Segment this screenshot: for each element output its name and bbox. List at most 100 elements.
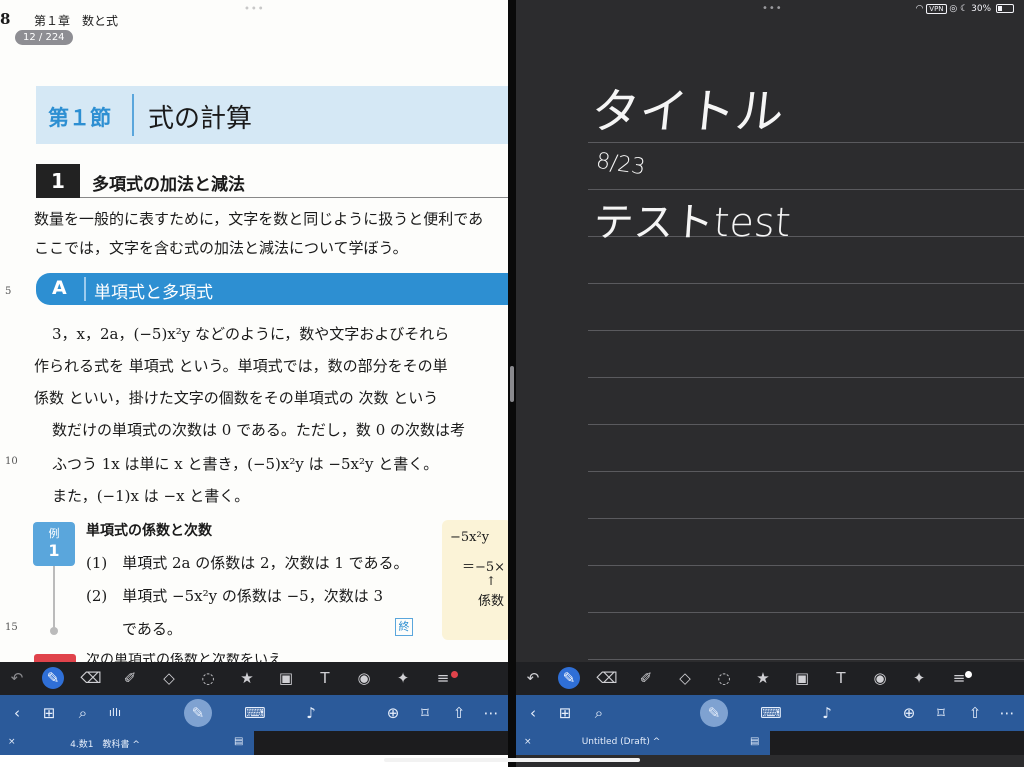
ruled-line [588, 142, 1024, 143]
section-banner: 第１節 式の計算 [36, 86, 508, 144]
camera-icon[interactable]: ◉ [353, 667, 375, 689]
intro-line: ここでは，文字を含む式の加法と減法について学ぼう。 [34, 239, 408, 257]
bottom-nav-bar: ‹ ⊞ ⌕ ✎ ⌨ ♪ ⊕ ⌑ ⇧ ⋯ [516, 695, 1024, 731]
pen-tool-icon[interactable]: ✎ [42, 667, 64, 689]
grid-icon[interactable]: ⊞ [554, 702, 576, 724]
shapes-icon[interactable]: ◇ [158, 667, 180, 689]
left-pane: 8 第１章 数と式 12 / 224 ••• 第１節 式の計算 1 多項式の加法… [0, 0, 508, 767]
intro-line: 数量を一般的に表すために，文字を数と同じように扱うと便利であ [34, 210, 484, 228]
shapes-icon[interactable]: ◇ [674, 667, 696, 689]
lasso-icon[interactable]: ◌ [713, 667, 735, 689]
caret-up-icon[interactable]: ^ [132, 740, 140, 750]
add-page-icon[interactable]: ⊕ [382, 702, 404, 724]
ruled-line [588, 612, 1024, 613]
image-icon[interactable]: ▣ [275, 667, 297, 689]
camera-icon[interactable]: ◉ [869, 667, 891, 689]
next-line: 次の単項式の係数と次数をいえ [86, 653, 282, 662]
tab-overview-icon[interactable]: ▤ [234, 736, 243, 747]
ruled-line [588, 659, 1024, 660]
audio-icon[interactable]: ıllı [104, 702, 126, 724]
ruled-line [588, 424, 1024, 425]
side-note-line: 係数 [478, 594, 505, 609]
image-icon[interactable]: ▣ [791, 667, 813, 689]
body-line: また，(−1)x は −x と書く。 [52, 487, 250, 505]
tab-overview-icon[interactable]: ▤ [750, 736, 759, 747]
home-indicator[interactable] [384, 758, 640, 762]
end-mark: 終 [395, 618, 413, 636]
side-note-box: −5x²y ＝−5× ↑ 係数 [442, 520, 508, 640]
share-icon[interactable]: ⇧ [964, 702, 986, 724]
mic-icon[interactable]: ♪ [300, 702, 322, 724]
tab-title-text: 4.数1 教科書 [70, 740, 130, 750]
caret-up-icon[interactable]: ^ [653, 737, 661, 747]
multitask-dots-icon[interactable]: ••• [762, 3, 783, 14]
add-page-icon[interactable]: ⊕ [898, 702, 920, 724]
status-bar: ••• ◠ VPN ◎ ☾ 30% [516, 0, 1024, 20]
right-pane: ••• ◠ VPN ◎ ☾ 30% タイトル 8/23 テストtest ↶ ✎ … [516, 0, 1024, 767]
tab-title-text: Untitled (Draft) [581, 737, 650, 747]
tab-title: 4.数1 教科書 ^ [0, 737, 210, 750]
multitask-dots-icon[interactable]: ••• [244, 4, 265, 15]
color-dot[interactable] [965, 671, 972, 678]
split-view-divider[interactable] [508, 0, 516, 767]
textbook-page[interactable]: 8 第１章 数と式 12 / 224 ••• 第１節 式の計算 1 多項式の加法… [0, 0, 508, 662]
text-tool-icon[interactable]: T [830, 667, 852, 689]
example-title: 単項式の係数と次数 [86, 523, 212, 539]
topic-banner: A 単項式と多項式 [36, 273, 508, 305]
eraser-icon[interactable]: ⌫ [596, 667, 618, 689]
highlighter-icon[interactable]: ✐ [635, 667, 657, 689]
line-number: 15 [5, 622, 18, 633]
pen-tool-icon[interactable]: ✎ [558, 667, 580, 689]
search-icon[interactable]: ⌕ [588, 702, 610, 724]
undo-icon[interactable]: ↶ [6, 667, 28, 689]
document-tab[interactable]: × 4.数1 教科書 ^ ▤ [0, 731, 254, 755]
moon-icon: ☾ [960, 4, 969, 14]
back-icon[interactable]: ‹ [522, 702, 544, 724]
keyboard-icon[interactable]: ⌨ [760, 702, 782, 724]
example-line: である。 [122, 620, 182, 638]
chapter-header: 第１章 数と式 [34, 14, 119, 28]
sticker-icon[interactable]: ★ [752, 667, 774, 689]
document-tab-bar: × Untitled (Draft) ^ ▤ [516, 731, 1024, 755]
vpn-badge: VPN [926, 4, 947, 14]
highlighter-icon[interactable]: ✐ [119, 667, 141, 689]
mic-icon[interactable]: ♪ [816, 702, 838, 724]
laser-pointer-icon[interactable]: ✦ [392, 667, 414, 689]
keyboard-icon[interactable]: ⌨ [244, 702, 266, 724]
ruled-line [588, 330, 1024, 331]
stroke-width-icon[interactable]: ≡ [432, 667, 454, 689]
topic-title: 単項式と多項式 [94, 283, 213, 303]
ruled-line [588, 471, 1024, 472]
lasso-icon[interactable]: ◌ [197, 667, 219, 689]
pen-mode-icon[interactable]: ✎ [700, 699, 728, 727]
more-icon[interactable]: ⋯ [480, 702, 502, 724]
undo-icon[interactable]: ↶ [522, 667, 544, 689]
text-tool-icon[interactable]: T [314, 667, 336, 689]
bookmark-icon[interactable]: ⌑ [930, 702, 952, 724]
sticker-icon[interactable]: ★ [236, 667, 258, 689]
subsection-rule [80, 197, 508, 198]
more-icon[interactable]: ⋯ [996, 702, 1018, 724]
drawing-toolbar: ↶ ✎ ⌫ ✐ ◇ ◌ ★ ▣ T ◉ ✦ ≡ [0, 662, 508, 695]
color-dot[interactable] [451, 671, 458, 678]
pen-mode-icon[interactable]: ✎ [184, 699, 212, 727]
notebook-canvas[interactable]: タイトル 8/23 テストtest [516, 20, 1024, 662]
laser-pointer-icon[interactable]: ✦ [908, 667, 930, 689]
handwritten-date: 8/23 [594, 148, 647, 181]
bottom-nav-bar: ‹ ⊞ ⌕ ıllı ✎ ⌨ ♪ ⊕ ⌑ ⇧ ⋯ [0, 695, 508, 731]
bookmark-icon[interactable]: ⌑ [414, 702, 436, 724]
subsection-number: 1 [36, 164, 80, 198]
eraser-icon[interactable]: ⌫ [80, 667, 102, 689]
example-stem [53, 566, 55, 630]
share-icon[interactable]: ⇧ [448, 702, 470, 724]
grid-icon[interactable]: ⊞ [38, 702, 60, 724]
example-line: (1) 単項式 2a の係数は 2，次数は 1 である。 [86, 554, 409, 572]
section-divider [132, 94, 134, 136]
body-line: 数だけの単項式の次数は 0 である。ただし，数 0 の次数は考 [52, 421, 466, 439]
page-indicator: 12 / 224 [15, 30, 73, 45]
back-icon[interactable]: ‹ [6, 702, 28, 724]
document-tab[interactable]: × Untitled (Draft) ^ ▤ [516, 731, 770, 755]
battery-percent: 30% [971, 4, 992, 14]
search-icon[interactable]: ⌕ [72, 702, 94, 724]
split-handle[interactable] [510, 366, 514, 402]
